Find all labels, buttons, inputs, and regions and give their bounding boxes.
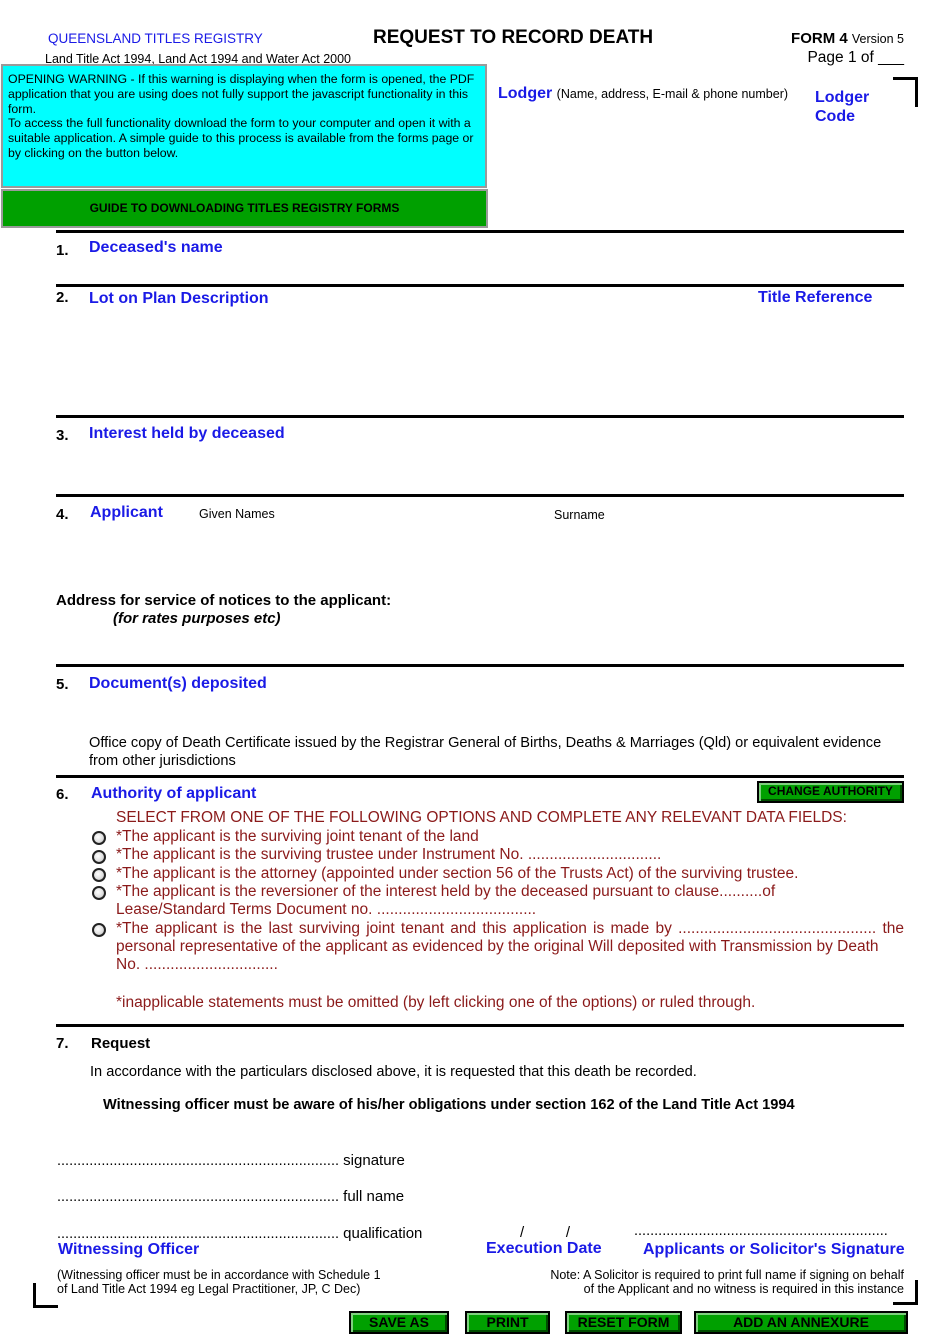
lot-on-plan-label: Lot on Plan Description [89, 290, 269, 307]
interest-held-label: Interest held by deceased [89, 425, 285, 442]
lodger-field[interactable]: Lodger (Name, address, E-mail & phone nu… [498, 85, 788, 103]
request-label: Request [91, 1035, 151, 1052]
print-button[interactable]: PRINT [465, 1311, 550, 1334]
authority-option-4-radio[interactable] [92, 886, 106, 900]
corner-mark-top-right [893, 77, 918, 107]
lodger-hint: (Name, address, E-mail & phone number) [556, 87, 789, 101]
save-as-button[interactable]: SAVE AS [349, 1311, 449, 1334]
given-names-input[interactable] [199, 526, 539, 586]
authority-option-3-text: *The applicant is the attorney (appointe… [116, 865, 799, 882]
divider-3 [56, 415, 904, 418]
authority-option-2-text: *The applicant is the surviving trustee … [116, 846, 662, 863]
witness-signature-dots: ........................................… [57, 1153, 339, 1169]
witness-qualification-dots: ........................................… [57, 1226, 339, 1242]
witnessing-officer-label: Witnessing Officer [58, 1241, 200, 1258]
solicitor-note: Note: A Solicitor is required to print f… [550, 1268, 904, 1296]
section-3-number: 3. [56, 427, 69, 444]
lodger-code-field[interactable]: Lodger Code [815, 88, 869, 126]
authority-option-4-line-2: Lease/Standard Terms Document no. ......… [116, 901, 537, 918]
authority-option-5-line-1: *The applicant is the last surviving joi… [116, 920, 904, 937]
section-6-number: 6. [56, 786, 69, 803]
authority-option-5-text: *The applicant is the last surviving joi… [116, 920, 904, 974]
authority-option-4-text: *The applicant is the reversioner of the… [116, 883, 775, 919]
applicant-label: Applicant [90, 504, 163, 521]
corner-mark-bottom-left [33, 1283, 58, 1308]
execution-date-label: Execution Date [486, 1240, 602, 1257]
documents-deposited-label: Document(s) deposited [89, 675, 267, 692]
title-reference-label: Title Reference [758, 289, 873, 306]
form-version: Version 5 [851, 32, 904, 46]
witness-full-name-label: full name [343, 1188, 405, 1205]
deceased-name-label: Deceased's name [89, 239, 223, 256]
witness-signature-label: signature [343, 1152, 405, 1169]
lodger-code-label-2: Code [815, 108, 855, 125]
form-number: FORM 4 Version 5 [791, 30, 904, 47]
witness-note-line-2: of Land Title Act 1994 eg Legal Practiti… [57, 1282, 361, 1296]
interest-held-input[interactable] [89, 446, 904, 492]
title-reference-input[interactable] [758, 312, 904, 412]
authority-option-1-radio[interactable] [92, 831, 106, 845]
witness-full-name-dots: ........................................… [57, 1189, 339, 1205]
authority-option-3-radio[interactable] [92, 868, 106, 882]
authority-option-4-line-1: *The applicant is the reversioner of the… [116, 883, 776, 900]
address-for-service-label: Address for service of notices to the ap… [56, 592, 392, 609]
solicitor-note-line-1: Note: A Solicitor is required to print f… [550, 1268, 904, 1282]
warning-text-1: OPENING WARNING - If this warning is dis… [8, 72, 475, 116]
page-indicator: Page 1 of ___ [807, 49, 904, 66]
execution-date-input[interactable]: / / [520, 1224, 570, 1241]
applicant-signature-line[interactable]: ........................................… [634, 1223, 888, 1239]
request-text: In accordance with the particulars discl… [90, 1064, 697, 1080]
authority-option-5-line-2: personal representative of the applicant… [116, 938, 879, 955]
divider-6 [56, 775, 904, 778]
section-4-number: 4. [56, 506, 69, 523]
divider-1 [56, 230, 904, 233]
authority-label: Authority of applicant [91, 785, 257, 802]
witness-signature-line[interactable]: ........................................… [57, 1152, 405, 1169]
witness-note: (Witnessing officer must be in accordanc… [57, 1268, 381, 1296]
documents-deposited-text: Office copy of Death Certificate issued … [89, 735, 882, 769]
form-number-label: FORM 4 [791, 30, 848, 47]
divider-7 [56, 1024, 904, 1027]
surname-input[interactable] [554, 526, 904, 586]
authority-option-5-radio[interactable] [92, 923, 106, 937]
section-1-number: 1. [56, 242, 69, 259]
guide-download-button[interactable]: GUIDE TO DOWNLOADING TITLES REGISTRY FOR… [1, 189, 488, 228]
lodger-code-label-1: Lodger [815, 89, 870, 106]
add-annexure-button[interactable]: ADD AN ANNEXURE [694, 1311, 908, 1334]
applicant-signature-label: Applicants or Solicitor's Signature [643, 1241, 905, 1258]
divider-2 [56, 284, 904, 287]
witness-full-name-line[interactable]: ........................................… [57, 1188, 404, 1205]
warning-text-2: To access the full functionality downloa… [8, 116, 474, 160]
section-7-number: 7. [56, 1035, 69, 1052]
surname-label: Surname [554, 508, 605, 522]
deceased-name-input[interactable] [89, 258, 904, 282]
divider-5 [56, 664, 904, 667]
change-authority-button[interactable]: CHANGE AUTHORITY [757, 781, 904, 803]
authority-option-1-text: *The applicant is the surviving joint te… [116, 828, 479, 845]
section-5-number: 5. [56, 676, 69, 693]
solicitor-note-line-2: of the Applicant and no witness is requi… [583, 1282, 904, 1296]
witness-obligation-notice: Witnessing officer must be aware of his/… [103, 1097, 795, 1113]
witness-qualification-label: qualification [343, 1225, 423, 1242]
divider-4 [56, 494, 904, 497]
authority-option-2-radio[interactable] [92, 850, 106, 864]
corner-mark-bottom-right [893, 1280, 918, 1305]
section-2-number: 2. [56, 289, 69, 306]
form-title: REQUEST TO RECORD DEATH [373, 27, 654, 48]
inapplicable-note: *inapplicable statements must be omitted… [116, 994, 756, 1011]
address-for-service-hint: (for rates purposes etc) [113, 610, 281, 627]
registry-name: QUEENSLAND TITLES REGISTRY [48, 31, 263, 46]
lot-on-plan-input[interactable] [89, 312, 729, 412]
given-names-label: Given Names [199, 507, 275, 521]
authority-instruction: SELECT FROM ONE OF THE FOLLOWING OPTIONS… [116, 809, 847, 826]
authority-option-5-line-3: No. ............................... [116, 956, 278, 973]
opening-warning-panel: OPENING WARNING - If this warning is dis… [1, 64, 487, 188]
witness-note-line-1: (Witnessing officer must be in accordanc… [57, 1268, 381, 1282]
witness-qualification-line[interactable]: ........................................… [57, 1225, 422, 1242]
address-for-service-input[interactable] [420, 592, 904, 658]
reset-form-button[interactable]: RESET FORM [565, 1311, 682, 1334]
lodger-label: Lodger [498, 85, 553, 102]
